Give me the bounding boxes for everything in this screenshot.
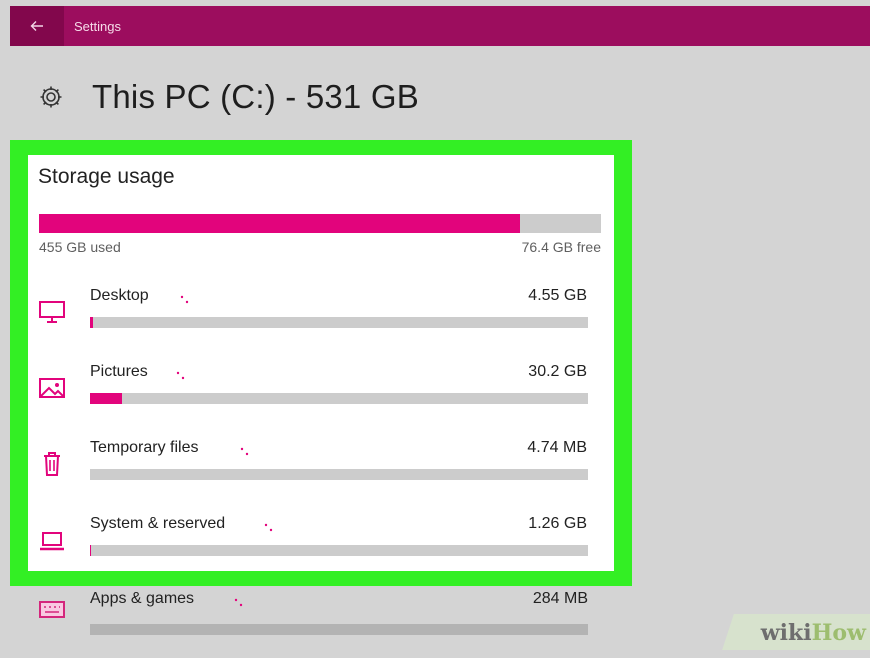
keyboard-icon <box>39 601 65 618</box>
dots-icon <box>240 447 249 456</box>
category-size: 30.2 GB <box>528 363 587 380</box>
watermark-part-1: wiki <box>760 620 812 646</box>
category-name: Apps & games <box>90 590 195 607</box>
gear-icon <box>40 86 62 108</box>
category-name: System & reserved <box>90 515 226 532</box>
page-title: This PC (C:) - 531 GB <box>92 78 419 115</box>
category-row-temporary-files[interactable]: Temporary files 4.74 MB <box>28 439 614 511</box>
dots-icon <box>264 523 273 532</box>
category-row-desktop[interactable]: Desktop 4.55 GB <box>28 287 614 359</box>
title-bar: Settings <box>10 6 870 46</box>
category-usage-fill <box>90 393 123 404</box>
category-row-system-reserved[interactable]: System & reserved 1.26 GB <box>28 515 614 587</box>
category-size: 284 MB <box>532 590 588 607</box>
category-name: Pictures <box>90 363 148 380</box>
storage-usage-title: Storage usage <box>38 165 175 188</box>
page-header: This PC (C:) - 531 GB <box>38 78 419 116</box>
back-button[interactable] <box>10 6 64 46</box>
dots-icon <box>234 598 243 607</box>
category-usage-bar <box>90 469 588 480</box>
monitor-icon <box>39 301 65 323</box>
total-usage-fill <box>39 214 521 233</box>
category-usage-bar <box>90 624 588 635</box>
category-size: 1.26 GB <box>528 515 587 532</box>
category-size: 4.74 MB <box>527 439 587 456</box>
watermark-logo: wikiHow <box>761 620 866 646</box>
category-name: Desktop <box>90 287 149 304</box>
category-row-pictures[interactable]: Pictures 30.2 GB <box>28 363 614 435</box>
used-label: 455 GB used <box>39 239 121 255</box>
category-usage-fill <box>90 545 91 556</box>
dots-icon <box>176 371 185 380</box>
free-label: 76.4 GB free <box>521 239 601 255</box>
dots-icon <box>180 295 189 304</box>
category-size: 4.55 GB <box>528 287 587 304</box>
category-row-apps-games[interactable]: Apps & games 284 MB <box>38 590 598 640</box>
category-name: Temporary files <box>90 439 199 456</box>
total-usage-bar <box>39 214 601 233</box>
app-title: Settings <box>74 18 121 34</box>
category-usage-bar <box>90 545 588 556</box>
category-usage-fill <box>90 317 93 328</box>
back-arrow-icon <box>30 21 43 31</box>
category-usage-bar <box>90 317 588 328</box>
trash-icon <box>44 452 60 476</box>
laptop-icon <box>40 532 64 551</box>
watermark-part-2: How <box>811 620 866 646</box>
category-usage-bar <box>90 393 588 404</box>
storage-usage-panel: Storage usage 455 GB used 76.4 GB free D… <box>28 155 614 571</box>
picture-icon <box>39 378 65 398</box>
